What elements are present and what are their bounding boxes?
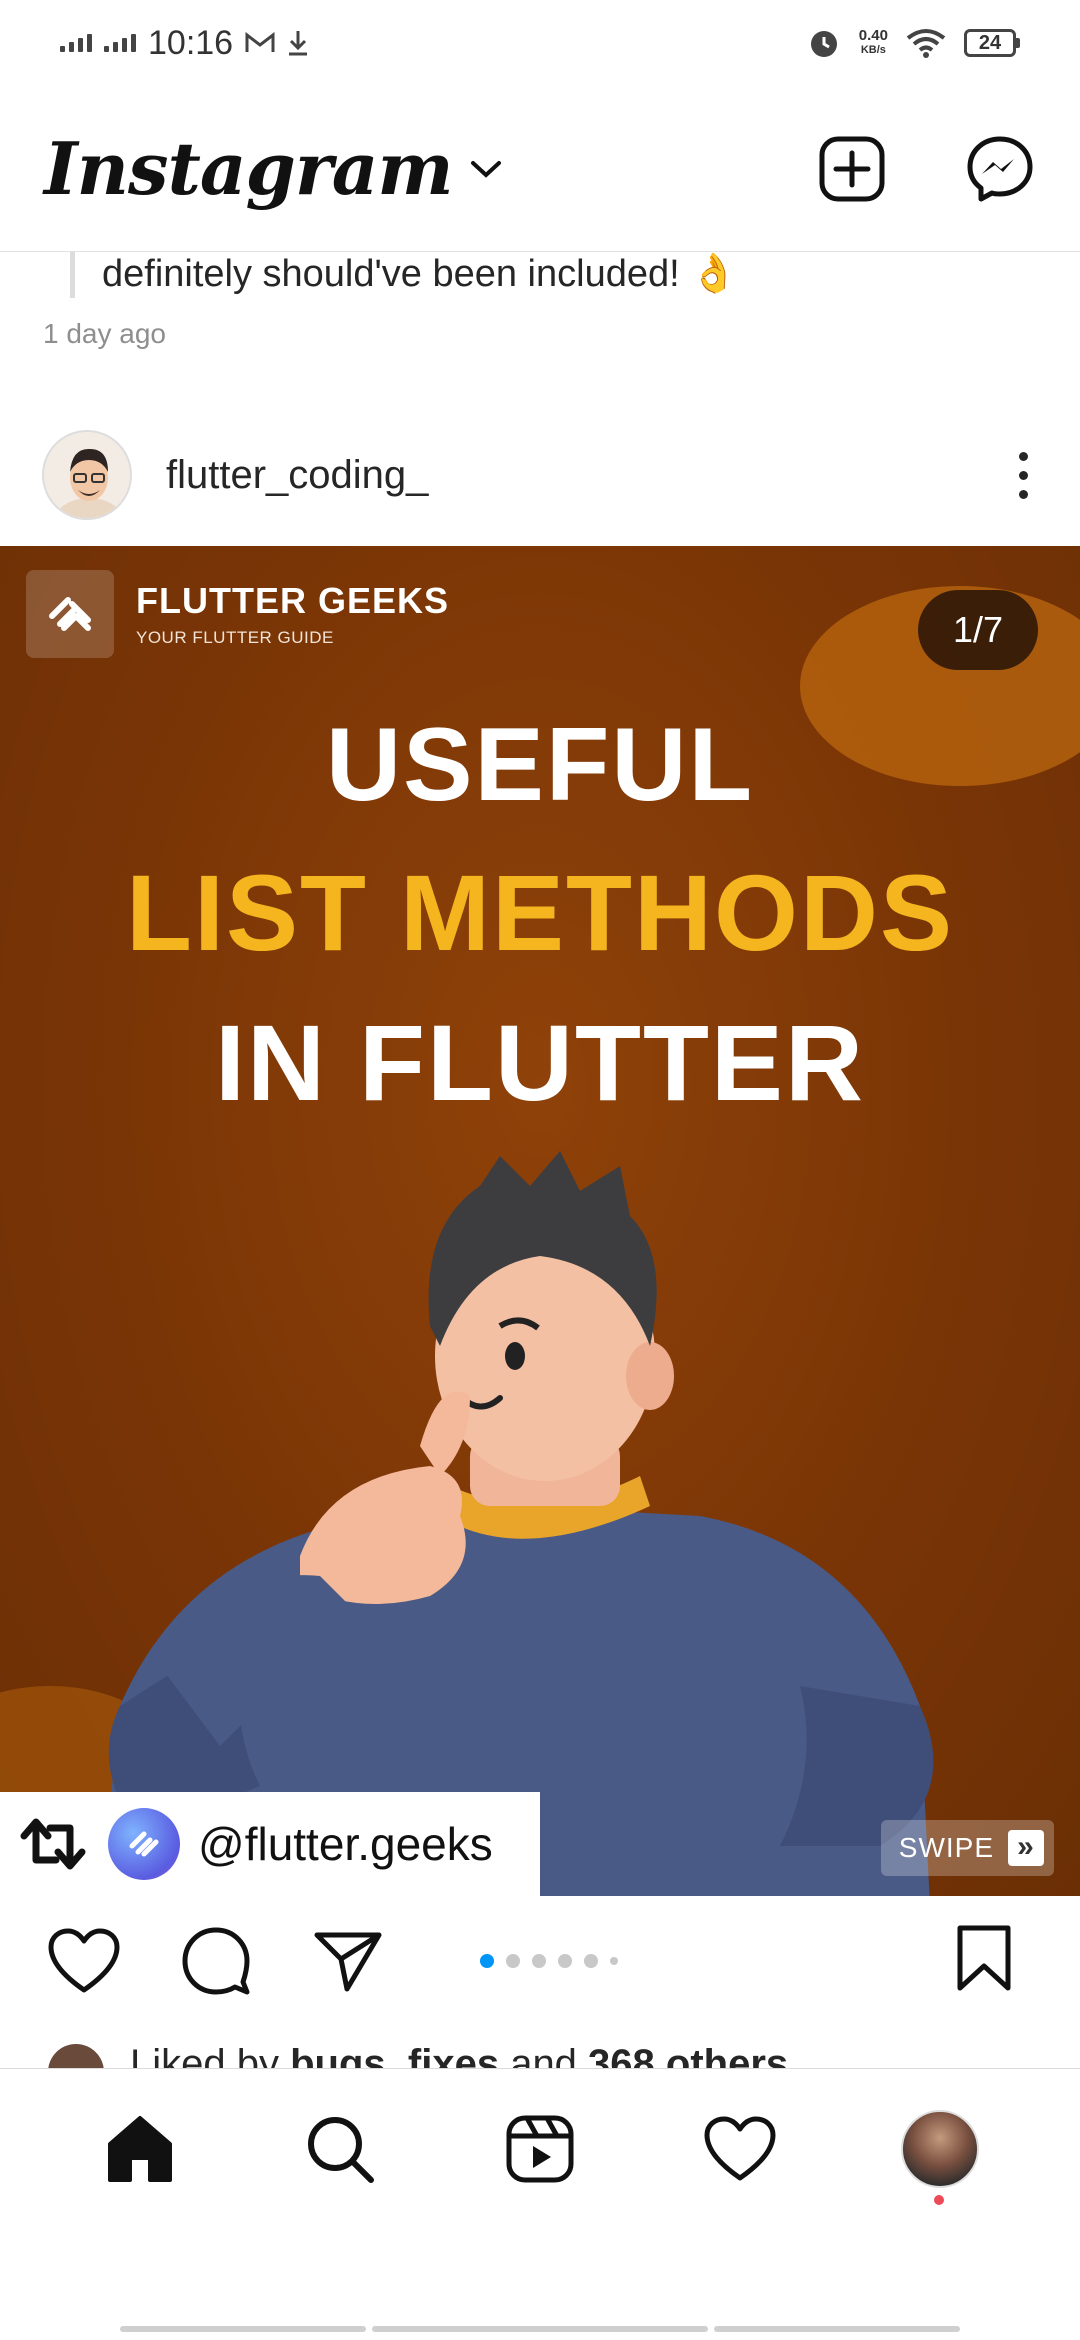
net-speed-unit: KB/s	[860, 44, 886, 56]
liked-by-middle: and	[499, 2042, 589, 2070]
liked-by-text: Liked by bugs_fixes and 368 others	[130, 2042, 788, 2070]
post-image[interactable]: FLUTTER GEEKS YOUR FLUTTER GUIDE 1/7 USE…	[0, 546, 1080, 1896]
alarm-icon	[810, 31, 837, 57]
swipe-label: SWIPE	[898, 1832, 994, 1863]
image-brand: FLUTTER GEEKS YOUR FLUTTER GUIDE	[26, 570, 449, 658]
nav-profile[interactable]	[900, 2109, 980, 2205]
avatar-illustration	[44, 432, 130, 518]
carousel-dot	[584, 1954, 598, 1968]
carousel-indicator	[480, 1954, 618, 1968]
bottom-nav	[0, 2068, 1080, 2228]
liked-by-prefix: Liked by	[130, 2042, 291, 2070]
liked-by-avatar	[48, 2044, 104, 2070]
status-right: 0.40 KB/s 24	[807, 26, 1020, 60]
new-post-button[interactable]	[816, 133, 888, 205]
thread-line	[70, 252, 75, 298]
post-actions	[0, 1896, 1080, 2026]
like-button[interactable]	[48, 1925, 120, 1997]
battery-level: 24	[964, 29, 1016, 57]
status-left: 10:16	[60, 24, 309, 63]
repost-icon	[20, 1818, 86, 1870]
signal-icon	[104, 34, 136, 52]
status-bar: 10:16 0.40 KB/s 24	[0, 0, 1080, 86]
post-avatar[interactable]	[42, 430, 132, 520]
new-post-icon	[819, 136, 885, 201]
carousel-dot	[506, 1954, 520, 1968]
repost-tag[interactable]: @flutter.geeks	[0, 1792, 540, 1896]
carousel-counter: 1/7	[918, 590, 1038, 670]
more-icon[interactable]	[1008, 451, 1038, 499]
share-icon	[314, 1932, 382, 1992]
carousel-dot	[532, 1954, 546, 1968]
gmail-icon	[245, 32, 275, 52]
post-username[interactable]: flutter_coding_	[166, 453, 428, 498]
brand-subtitle: YOUR FLUTTER GUIDE	[136, 628, 334, 647]
instagram-logo: Instagram	[44, 126, 454, 211]
search-icon	[308, 2116, 374, 2183]
clock: 10:16	[148, 23, 234, 62]
battery-icon: 24	[964, 29, 1020, 57]
post-header: flutter_coding_	[0, 420, 1080, 530]
gesture-bar	[120, 2326, 366, 2332]
net-speed-value: 0.40	[858, 27, 888, 44]
carousel-dot	[610, 1957, 618, 1965]
nav-search[interactable]	[300, 2109, 380, 2189]
chevron-down-icon	[470, 160, 501, 178]
messenger-button[interactable]	[964, 133, 1036, 205]
signal-icon	[60, 34, 92, 52]
reels-icon	[506, 2115, 574, 2182]
profile-avatar	[901, 2109, 979, 2188]
repost-avatar	[108, 1808, 180, 1880]
liked-by-user[interactable]: bugs_fixes	[290, 2042, 499, 2070]
download-icon	[289, 31, 308, 56]
like-icon	[48, 1928, 120, 1993]
app-header: Instagram	[0, 86, 1080, 252]
repost-handle: @flutter.geeks	[198, 1818, 493, 1870]
swipe-hint: SWIPE »	[880, 1820, 1054, 1876]
wifi-icon	[906, 29, 946, 58]
save-button[interactable]	[954, 1924, 1026, 1996]
notification-dot	[934, 2194, 944, 2205]
nav-activity[interactable]	[700, 2109, 780, 2189]
liked-by[interactable]: Liked by bugs_fixes and 368 others	[0, 2040, 1080, 2070]
brand-name: FLUTTER GEEKS	[136, 580, 450, 621]
carousel-dot	[480, 1954, 494, 1968]
bookmark-icon	[957, 1925, 1011, 1991]
double-chevron-right-icon: »	[1008, 1830, 1044, 1866]
gesture-bar	[714, 2326, 960, 2332]
gesture-bar	[372, 2326, 708, 2332]
carousel-dot	[558, 1954, 572, 1968]
headline-line-2: LIST METHODS	[126, 852, 954, 973]
activity-icon	[704, 2116, 776, 2180]
comment-text: definitely should've been included! 👌	[102, 253, 738, 295]
cartoon-character-illustration	[101, 1151, 934, 1896]
home-icon	[108, 2115, 172, 2182]
share-button[interactable]	[312, 1925, 384, 1997]
headline-line-3: IN FLUTTER	[215, 1002, 865, 1123]
liked-by-count[interactable]: 368 others	[588, 2042, 788, 2070]
logo-switcher[interactable]: Instagram	[44, 126, 503, 211]
net-speed: 0.40 KB/s	[859, 28, 888, 58]
nav-home[interactable]	[100, 2109, 180, 2189]
messenger-icon	[967, 136, 1033, 201]
comment-icon	[182, 1927, 250, 1995]
comment-button[interactable]	[180, 1925, 252, 1997]
brand-logo-icon	[26, 570, 114, 658]
headline-line-1: USEFUL	[326, 707, 754, 823]
nav-reels[interactable]	[500, 2109, 580, 2189]
comment-time: 1 day ago	[43, 318, 166, 349]
